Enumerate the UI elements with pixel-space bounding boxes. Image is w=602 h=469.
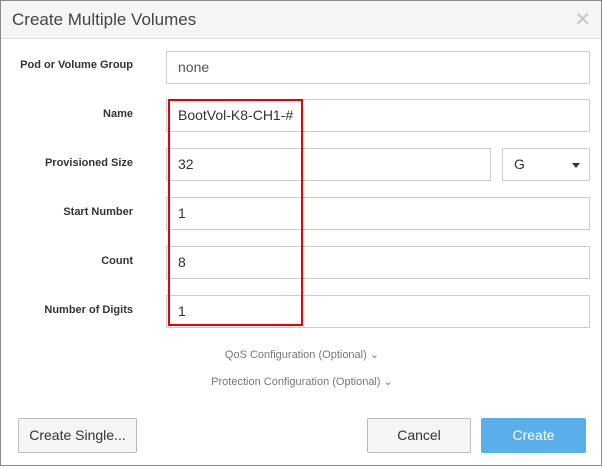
- protection-configuration-toggle[interactable]: Protection Configuration (Optional) ⌄: [1, 375, 602, 388]
- number-of-digits-label: Number of Digits: [44, 304, 133, 316]
- start-number-label: Start Number: [63, 206, 133, 218]
- name-input[interactable]: BootVol-K8-CH1-#: [166, 99, 590, 132]
- pod-or-volume-group-input[interactable]: none: [166, 51, 590, 84]
- protection-label: Protection Configuration (Optional): [211, 376, 381, 388]
- count-label: Count: [101, 255, 133, 267]
- start-number-input[interactable]: 1: [166, 197, 590, 230]
- caret-down-icon: [572, 163, 580, 168]
- number-of-digits-input[interactable]: 1: [166, 295, 590, 328]
- count-input[interactable]: 8: [166, 246, 590, 279]
- dialog-title: Create Multiple Volumes: [12, 10, 197, 29]
- qos-configuration-toggle[interactable]: QoS Configuration (Optional) ⌄: [1, 348, 602, 361]
- size-unit-value: G: [514, 156, 525, 172]
- name-label: Name: [103, 108, 133, 120]
- close-icon[interactable]: ✕: [574, 7, 591, 32]
- create-button[interactable]: Create: [481, 418, 586, 453]
- chevron-down-icon: ⌄: [369, 349, 380, 361]
- qos-label: QoS Configuration (Optional): [224, 349, 367, 361]
- create-single-button[interactable]: Create Single...: [18, 418, 137, 453]
- size-unit-select[interactable]: G: [502, 148, 590, 181]
- create-multiple-volumes-dialog: Create Multiple Volumes ✕ Pod or Volume …: [0, 0, 602, 466]
- provisioned-size-label: Provisioned Size: [44, 157, 133, 169]
- dialog-header: Create Multiple Volumes ✕: [1, 1, 601, 39]
- provisioned-size-input[interactable]: 32: [166, 148, 491, 181]
- chevron-down-icon: ⌄: [383, 376, 393, 388]
- pod-label: Pod or Volume Group: [20, 59, 133, 71]
- cancel-button[interactable]: Cancel: [367, 418, 471, 453]
